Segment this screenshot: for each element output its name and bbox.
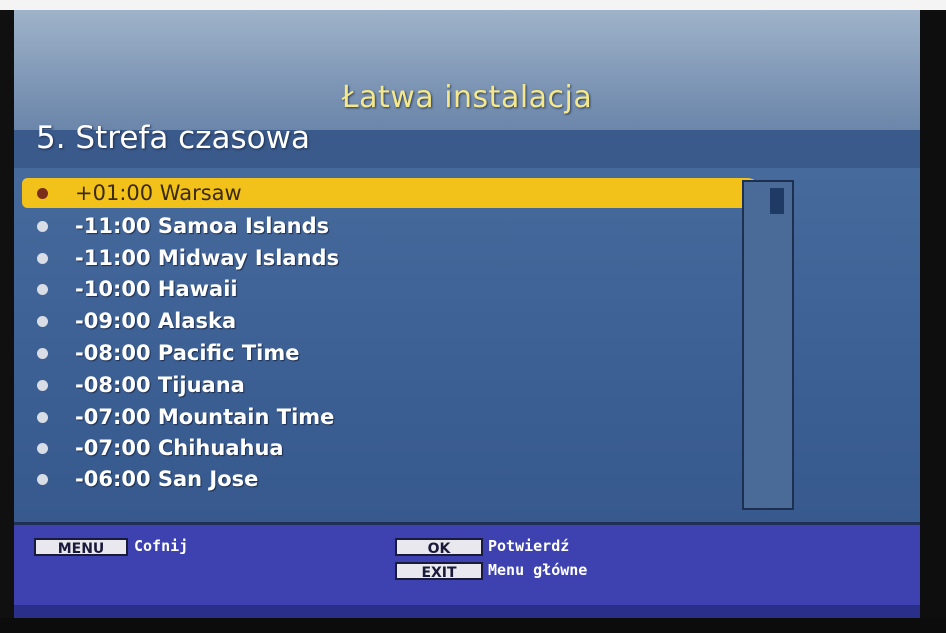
timezone-item[interactable]: -10:00 Hawaii: [22, 274, 762, 304]
timezone-label: +01:00 Warsaw: [75, 181, 242, 205]
timezone-label: -08:00 Pacific Time: [75, 341, 300, 365]
timezone-item[interactable]: -09:00 Alaska: [22, 306, 762, 336]
timezone-item[interactable]: -06:00 San Jose: [22, 464, 762, 494]
tv-screen: Łatwa instalacja 5. Strefa czasowa +01:0…: [14, 10, 920, 618]
bullet-icon: [37, 442, 48, 454]
list-scrollbar[interactable]: [742, 180, 794, 510]
timezone-label: -08:00 Tijuana: [75, 373, 245, 397]
timezone-item[interactable]: -08:00 Pacific Time: [22, 338, 762, 368]
bullet-icon: [37, 220, 48, 232]
timezone-item[interactable]: -07:00 Chihuahua: [22, 433, 762, 463]
exit-key-hint: Menu główne: [488, 561, 588, 579]
step-title: 5. Strefa czasowa: [36, 120, 310, 156]
timezone-label: -10:00 Hawaii: [75, 277, 238, 301]
bullet-icon: [37, 379, 48, 391]
timezone-item[interactable]: +01:00 Warsaw: [22, 178, 762, 208]
bullet-icon: [37, 347, 48, 359]
timezone-label: -07:00 Mountain Time: [75, 405, 335, 429]
timezone-label: -11:00 Midway Islands: [75, 246, 340, 270]
bullet-icon: [37, 473, 48, 485]
header-band: Łatwa instalacja: [14, 10, 920, 130]
scrollbar-thumb[interactable]: [770, 188, 784, 214]
timezone-label: -09:00 Alaska: [75, 309, 237, 333]
exit-key[interactable]: EXIT: [395, 562, 483, 581]
ok-key-hint: Potwierdź: [488, 537, 570, 555]
menu-key-hint: Cofnij: [134, 537, 189, 555]
bullet-icon: [37, 252, 48, 264]
monitor-bezel-right: [920, 10, 946, 633]
footer-bottom-strip: [14, 605, 920, 618]
selected-bullet-icon: [37, 187, 48, 199]
timezone-item[interactable]: -11:00 Samoa Islands: [22, 211, 762, 241]
timezone-item[interactable]: -07:00 Mountain Time: [22, 402, 762, 432]
timezone-item[interactable]: -08:00 Tijuana: [22, 370, 762, 400]
monitor-bezel-bottom: [0, 618, 946, 633]
bullet-icon: [37, 315, 48, 327]
menu-key[interactable]: MENU: [34, 538, 128, 557]
timezone-label: -07:00 Chihuahua: [75, 436, 284, 460]
timezone-label: -11:00 Samoa Islands: [75, 214, 330, 238]
monitor-bezel-left: [0, 10, 14, 633]
bullet-icon: [37, 283, 48, 295]
monitor-bezel-top: [0, 0, 946, 10]
wizard-title: Łatwa instalacja: [341, 80, 593, 115]
ok-key[interactable]: OK: [395, 538, 483, 557]
bullet-icon: [37, 411, 48, 423]
timezone-label: -06:00 San Jose: [75, 467, 259, 491]
timezone-item[interactable]: -11:00 Midway Islands: [22, 243, 762, 273]
